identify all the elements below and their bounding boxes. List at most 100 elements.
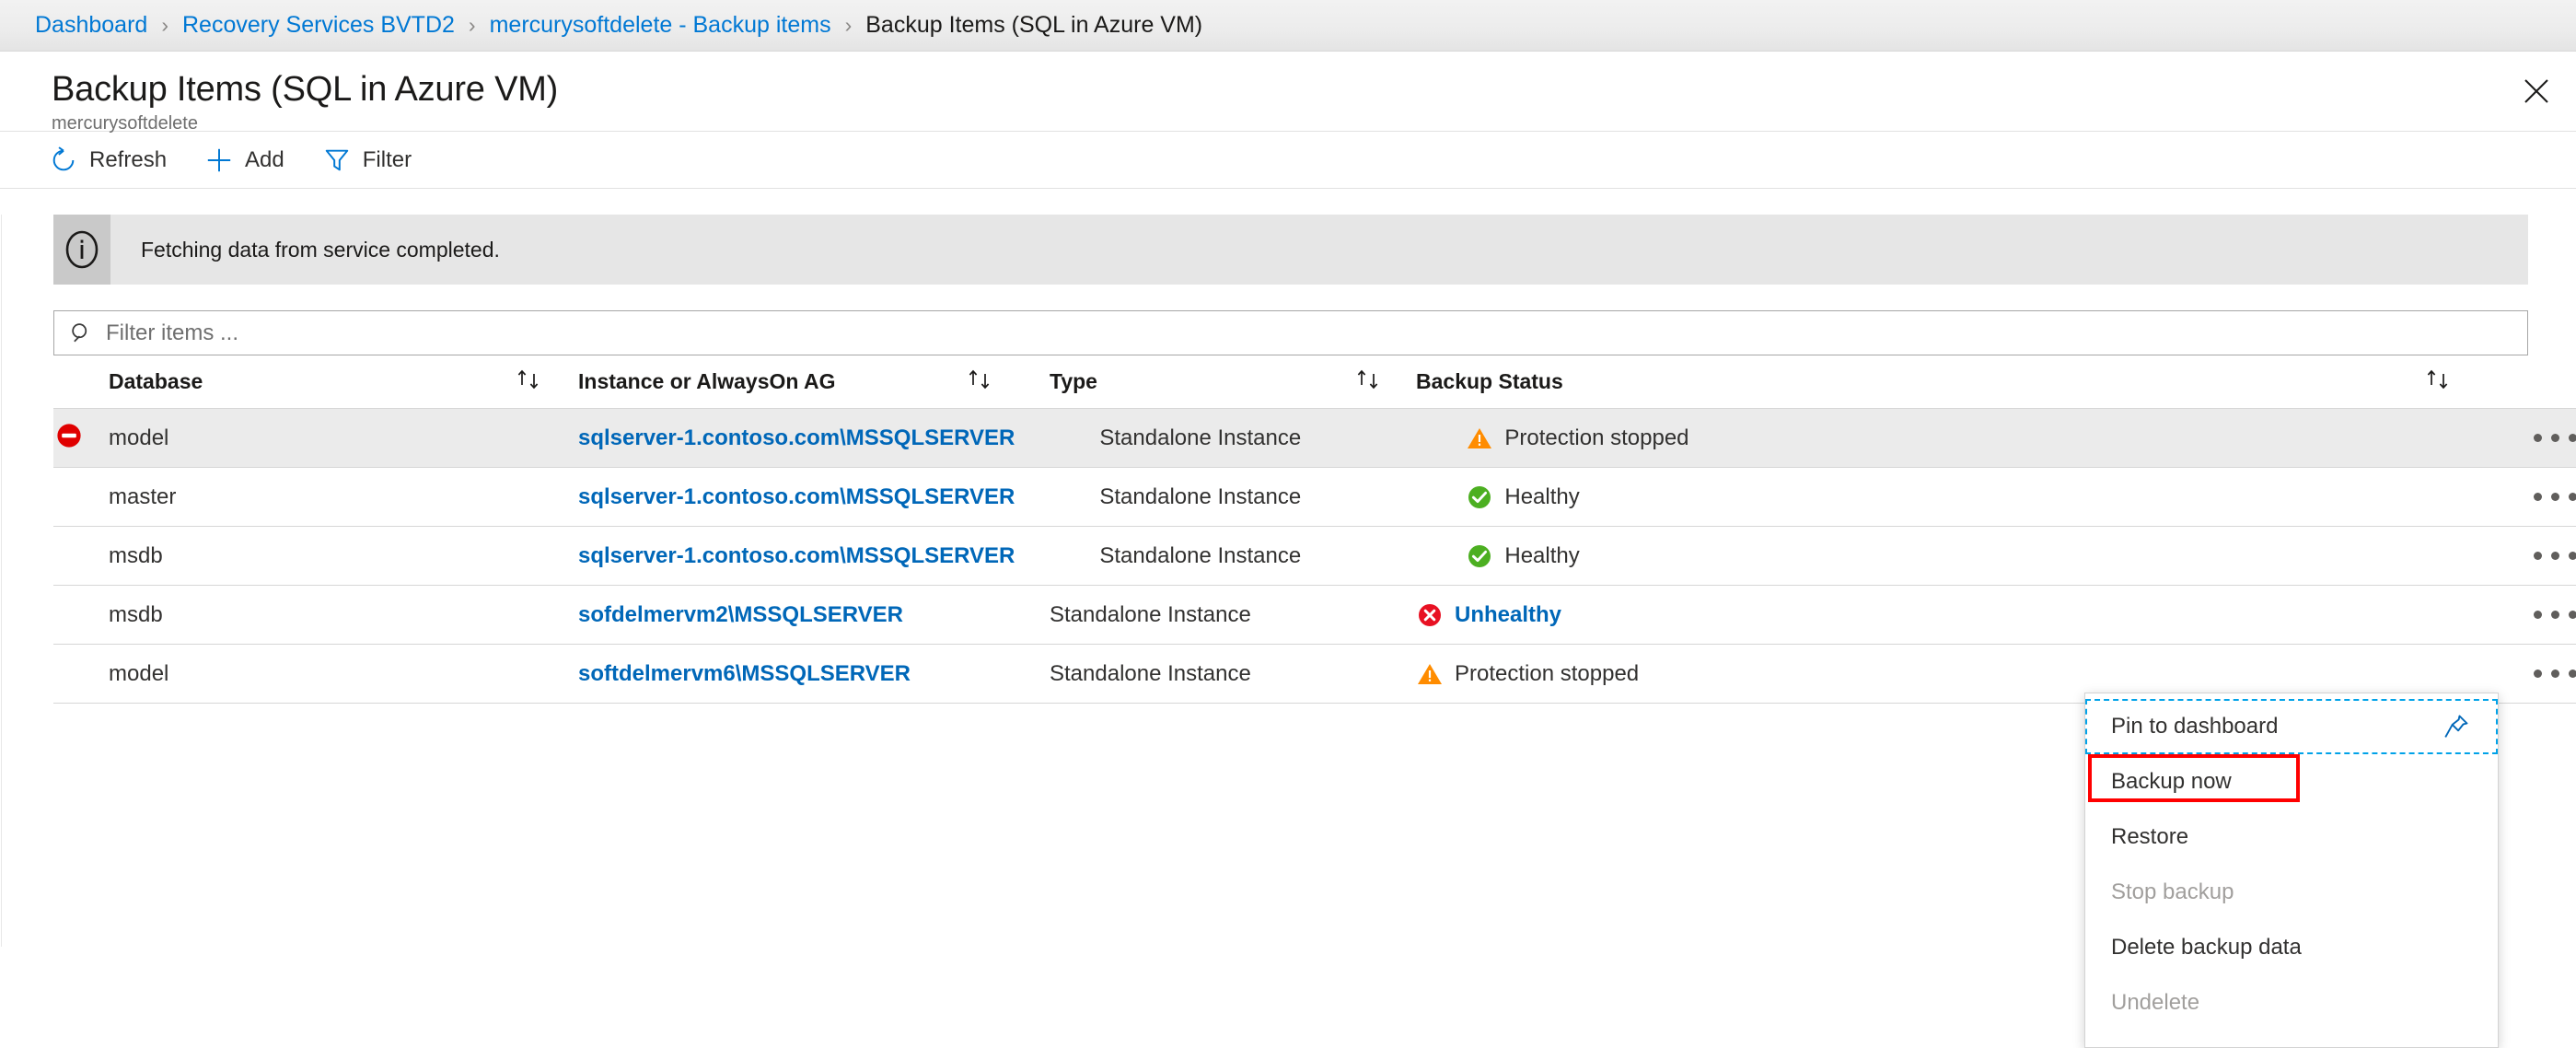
cell-backup-status: Protection stopped: [1466, 425, 2423, 452]
menu-item-pin-to-dashboard[interactable]: Pin to dashboard: [2085, 699, 2498, 754]
add-button[interactable]: Add: [191, 140, 297, 180]
cell-backup-status: Healthy: [1466, 542, 2423, 570]
warning-icon: [1466, 425, 1493, 452]
row-more-button[interactable]: [2534, 611, 2576, 619]
breadcrumb-item-recovery-services[interactable]: Recovery Services BVTD2: [182, 12, 455, 39]
sort-arrows-icon: [965, 367, 996, 397]
cell-database: model: [109, 425, 514, 451]
row-more-button[interactable]: [2534, 670, 2576, 678]
menu-item-delete-backup-data[interactable]: Delete backup data: [2085, 920, 2498, 975]
row-more-button[interactable]: [2534, 434, 2576, 442]
breadcrumb-item-current: Backup Items (SQL in Azure VM): [865, 12, 1202, 39]
info-banner-message: Fetching data from service completed.: [110, 215, 500, 285]
cell-database: model: [109, 661, 514, 687]
backup-status-text: Protection stopped: [1504, 425, 1688, 451]
backup-items-table: Database Instance or AlwaysOn AG: [53, 355, 2576, 704]
command-bar: Refresh Add Filter: [0, 132, 2576, 189]
cell-type: Standalone Instance: [1099, 425, 1403, 451]
cell-backup-status: Protection stopped: [1416, 660, 2423, 688]
ellipsis-icon: [2534, 434, 2576, 442]
backup-status-text: Healthy: [1504, 484, 1579, 510]
close-button[interactable]: [2510, 64, 2563, 118]
filter-row: [53, 310, 2528, 355]
cell-instance-link[interactable]: softdelmervm6\MSSQLSERVER: [578, 661, 911, 686]
cell-backup-status: Healthy: [1466, 483, 2423, 511]
menu-item-label: Stop backup: [2111, 879, 2472, 905]
refresh-icon: [48, 145, 79, 176]
breadcrumb-item-dashboard[interactable]: Dashboard: [35, 12, 147, 39]
filter-button[interactable]: Filter: [308, 140, 424, 180]
column-header-instance[interactable]: Instance or AlwaysOn AG: [578, 369, 965, 394]
cell-type: Standalone Instance: [1099, 543, 1403, 569]
cell-type: Standalone Instance: [1050, 661, 1353, 687]
warning-icon: [1416, 660, 1444, 688]
table-header-row: Database Instance or AlwaysOn AG: [53, 355, 2576, 409]
backup-status-text: Healthy: [1504, 543, 1579, 569]
row-more-button[interactable]: [2534, 552, 2576, 560]
stop-circle-icon: [55, 422, 83, 454]
refresh-button[interactable]: Refresh: [35, 140, 180, 180]
search-input[interactable]: [104, 310, 2514, 355]
menu-item-label: Delete backup data: [2111, 935, 2472, 961]
menu-item-restore[interactable]: Restore: [2085, 809, 2498, 865]
backup-status-text: Protection stopped: [1455, 661, 1639, 687]
sort-arrows-icon: [514, 367, 545, 397]
menu-item-undelete: Undelete: [2085, 975, 2498, 1031]
search-box[interactable]: [53, 310, 2528, 355]
cell-instance-link[interactable]: sqlserver-1.contoso.com\MSSQLSERVER: [578, 543, 1015, 568]
cell-type: Standalone Instance: [1050, 602, 1353, 628]
sort-button-instance[interactable]: [965, 367, 1050, 397]
close-icon: [2523, 77, 2550, 105]
breadcrumb-item-backup-items[interactable]: mercurysoftdelete - Backup items: [490, 12, 831, 39]
column-header-database[interactable]: Database: [109, 369, 514, 394]
sort-button-backup-status[interactable]: [2423, 367, 2534, 397]
table-row[interactable]: master sqlserver-1.contoso.com\MSSQLSERV…: [53, 468, 2576, 527]
row-more-button[interactable]: [2534, 493, 2576, 501]
search-icon: [67, 319, 97, 348]
backup-status-text[interactable]: Unhealthy: [1455, 602, 1561, 628]
menu-item-stop-backup: Stop backup: [2085, 865, 2498, 920]
cell-instance-link[interactable]: sqlserver-1.contoso.com\MSSQLSERVER: [578, 484, 1015, 509]
breadcrumb: Dashboard › Recovery Services BVTD2 › me…: [0, 0, 2576, 52]
info-icon: [53, 215, 110, 285]
page-title: Backup Items (SQL in Azure VM): [52, 72, 2576, 109]
page-subtitle: mercurysoftdelete: [52, 113, 2576, 134]
menu-item-label: Undelete: [2111, 990, 2472, 1016]
menu-item-label: Restore: [2111, 824, 2472, 850]
menu-item-label: Pin to dashboard: [2111, 714, 2441, 739]
ellipsis-icon: [2534, 611, 2576, 619]
column-header-type[interactable]: Type: [1050, 369, 1353, 394]
column-header-backup-status[interactable]: Backup Status: [1416, 369, 2423, 394]
info-banner: Fetching data from service completed.: [53, 215, 2528, 285]
cell-instance-link[interactable]: sqlserver-1.contoso.com\MSSQLSERVER: [578, 425, 1015, 450]
page-header: Backup Items (SQL in Azure VM) mercuryso…: [0, 52, 2576, 132]
cell-instance-link[interactable]: sofdelmervm2\MSSQLSERVER: [578, 602, 903, 627]
cell-backup-status: Unhealthy: [1416, 601, 2423, 629]
breadcrumb-separator: ›: [469, 13, 476, 38]
ellipsis-icon: [2534, 552, 2576, 560]
plus-icon: [203, 145, 235, 176]
funnel-icon: [321, 145, 353, 176]
cell-database: msdb: [109, 543, 514, 569]
menu-item-label: Backup now: [2111, 769, 2472, 795]
sort-button-database[interactable]: [514, 367, 578, 397]
row-context-menu: Pin to dashboard Backup now Restore Stop…: [2084, 693, 2499, 1048]
sort-button-type[interactable]: [1353, 367, 1416, 397]
table-row[interactable]: msdb sofdelmervm2\MSSQLSERVER Standalone…: [53, 586, 2576, 645]
breadcrumb-separator: ›: [161, 13, 168, 38]
ellipsis-icon: [2534, 670, 2576, 678]
sort-arrows-icon: [2423, 367, 2454, 397]
sort-arrows-icon: [1353, 367, 1385, 397]
error-circle-icon: [1416, 601, 1444, 629]
table-row[interactable]: model sqlserver-1.contoso.com\MSSQLSERVE…: [53, 409, 2576, 468]
filter-label: Filter: [363, 147, 412, 173]
row-status-icon: [53, 422, 109, 454]
check-circle-icon: [1466, 542, 1493, 570]
pin-icon: [2441, 711, 2472, 742]
ellipsis-icon: [2534, 493, 2576, 501]
check-circle-icon: [1466, 483, 1493, 511]
refresh-label: Refresh: [89, 147, 167, 173]
table-row[interactable]: msdb sqlserver-1.contoso.com\MSSQLSERVER…: [53, 527, 2576, 586]
menu-item-backup-now[interactable]: Backup now: [2085, 754, 2498, 809]
add-label: Add: [245, 147, 284, 173]
